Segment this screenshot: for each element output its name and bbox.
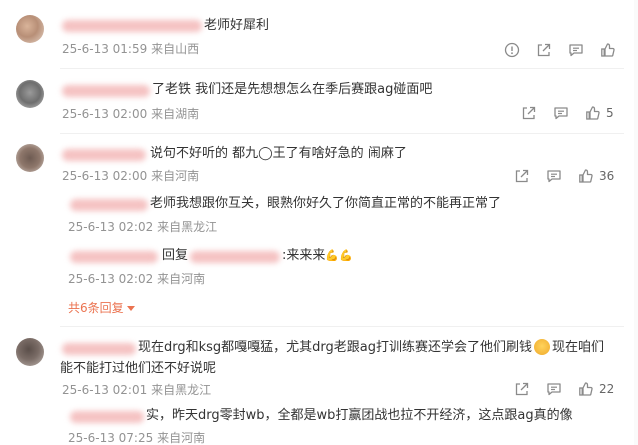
comment-time: 25-6-13 02:01 来自黑龙江	[62, 382, 211, 398]
comment-text-line1: 现在drg和ksg都嘎嘎猛，尤其drg老跟ag打训练赛还学会了他们刷钱	[138, 340, 533, 355]
timestamp: 25-6-13 02:00	[62, 169, 148, 183]
comment-time: 25-6-13 02:00 来自河南	[62, 168, 199, 184]
location: 来自河南	[151, 169, 200, 183]
location: 来自河南	[157, 272, 206, 286]
emoji-icon	[534, 339, 550, 355]
like-icon[interactable]	[578, 168, 594, 184]
report-icon[interactable]	[504, 42, 520, 58]
comment-text-line1b: 现在咱们	[552, 340, 605, 355]
redacted-username	[62, 149, 146, 161]
share-icon[interactable]	[514, 168, 530, 184]
location: 来自黑龙江	[151, 383, 212, 397]
reply-time: 25-6-13 02:02 来自黑龙江	[68, 219, 217, 235]
like-icon[interactable]	[600, 42, 616, 58]
timestamp: 25-6-13 02:00	[62, 107, 148, 121]
redacted-username	[62, 20, 202, 32]
reply-text: 实，昨天drg零封wb，全都是wb打赢团战也拉不开经济，这点跟ag真的像	[146, 408, 573, 423]
like-count: 22	[599, 382, 615, 396]
caret-down-icon	[126, 306, 135, 311]
divider	[60, 68, 624, 69]
like-icon[interactable]	[578, 381, 594, 397]
flex-emoji-icon: 💪💪	[325, 249, 353, 262]
reply-text-body: :来来来	[282, 248, 326, 263]
redacted-username	[62, 85, 150, 97]
comment-text: 老师好犀利	[204, 18, 270, 33]
comment-time: 25-6-13 02:00 来自湖南	[62, 106, 199, 122]
divider	[60, 326, 624, 327]
timestamp: 25-6-13 07:25	[68, 431, 154, 445]
reply-prefix: 回复	[162, 248, 189, 263]
share-icon[interactable]	[514, 381, 530, 397]
redacted-username	[190, 251, 280, 263]
divider	[60, 133, 624, 134]
share-icon[interactable]	[521, 105, 537, 121]
expand-replies-button[interactable]: 共6条回复	[68, 300, 135, 316]
like-count: 5	[606, 106, 614, 120]
avatar[interactable]	[16, 338, 44, 366]
avatar[interactable]	[16, 144, 44, 172]
comment-text-line2: 能不能打过他们还不好说呢	[60, 361, 217, 376]
share-icon[interactable]	[536, 42, 552, 58]
timestamp: 25-6-13 02:02	[68, 220, 154, 234]
like-count: 36	[599, 169, 615, 183]
timestamp: 25-6-13 01:59	[62, 42, 148, 56]
location: 来自湖南	[151, 107, 200, 121]
comment-icon[interactable]	[546, 168, 562, 184]
comment-icon[interactable]	[546, 381, 562, 397]
timestamp: 25-6-13 02:01	[62, 383, 148, 397]
comment-time: 25-6-13 01:59 来自山西	[62, 41, 199, 57]
comment-text: 了老铁 我们还是先想想怎么在季后赛跟ag碰面吧	[152, 82, 433, 97]
timestamp: 25-6-13 02:02	[68, 272, 154, 286]
redacted-username	[62, 343, 136, 355]
avatar[interactable]	[16, 80, 44, 108]
redacted-username	[70, 199, 148, 211]
reply-text: :来来来💪💪	[282, 247, 353, 265]
location: 来自河南	[157, 431, 206, 445]
redacted-username	[70, 251, 158, 263]
comment-icon[interactable]	[568, 42, 584, 58]
location: 来自山西	[151, 42, 200, 56]
like-icon[interactable]	[585, 105, 601, 121]
reply-text: 老师我想跟你互关，眼熟你好久了你简直正常的不能再正常了	[150, 196, 502, 211]
redacted-username	[70, 411, 144, 423]
expand-replies-label: 共6条回复	[68, 301, 124, 315]
avatar[interactable]	[16, 15, 44, 43]
reply-time: 25-6-13 02:02 来自河南	[68, 271, 205, 287]
comment-text: 说句不好听的 都九◯王了有啥好急的 闹麻了	[150, 146, 407, 161]
reply-time: 25-6-13 07:25 来自河南	[68, 430, 205, 445]
comment-icon[interactable]	[553, 105, 569, 121]
location: 来自黑龙江	[157, 220, 218, 234]
scrollbar-track[interactable]	[634, 0, 638, 445]
